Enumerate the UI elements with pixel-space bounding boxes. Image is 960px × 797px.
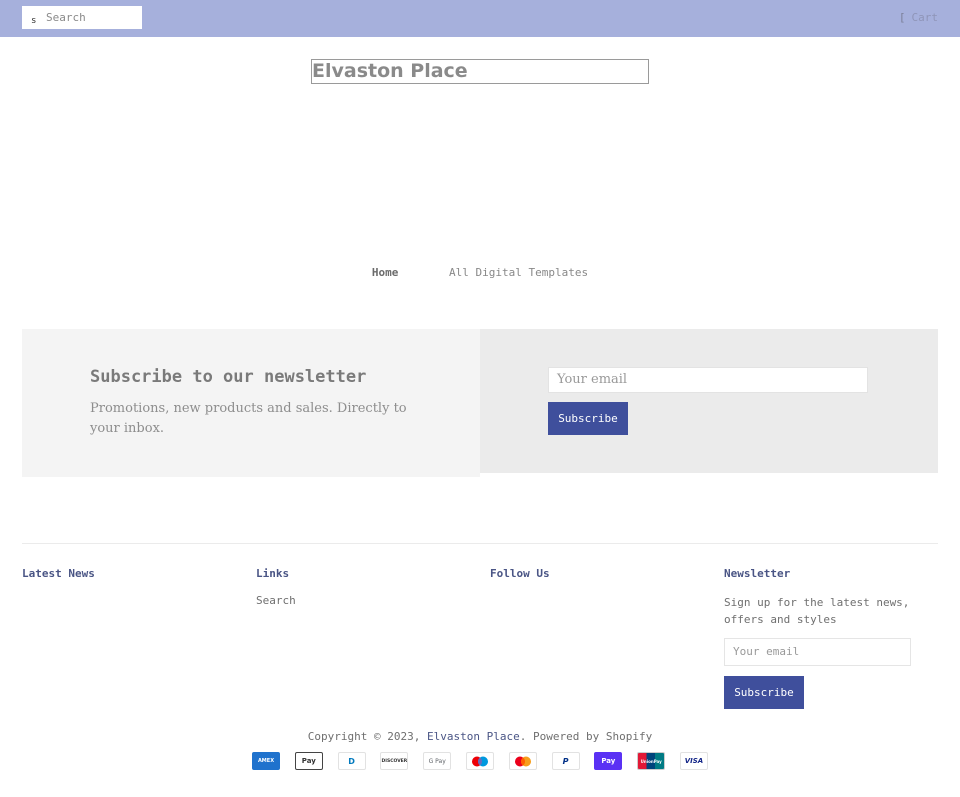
footer-heading-links: Links	[256, 567, 290, 580]
maestro-icon	[465, 752, 494, 770]
amex-icon: AMEX	[252, 752, 280, 770]
site-logo[interactable]: Elvaston Place	[311, 59, 649, 84]
payment-icons: AMEX Pay D DISCOVER G Pay P Pay UnionPay…	[252, 752, 708, 770]
footer-col-links: Links Search	[256, 567, 296, 607]
powered-by: . Powered by Shopify	[519, 730, 653, 743]
nav-item-home[interactable]: Home	[372, 266, 399, 279]
footer-link-search[interactable]: Search	[256, 594, 296, 607]
apple-pay-icon: Pay	[294, 752, 323, 770]
copyright-prefix: Copyright © 2023,	[307, 730, 421, 743]
paypal-icon: P	[551, 752, 580, 770]
footer-col-follow-us: Follow Us	[490, 567, 550, 594]
newsletter-email-input[interactable]: Your email	[548, 367, 868, 393]
footer-heading-latest-news: Latest News	[22, 567, 95, 580]
newsletter-subscribe-button[interactable]: Subscribe	[548, 402, 628, 435]
footer-col-latest-news: Latest News	[22, 567, 95, 594]
footer-heading-follow-us: Follow Us	[490, 567, 550, 580]
cart-icon: [	[898, 11, 906, 24]
mastercard-icon	[508, 752, 537, 770]
search-form[interactable]: s	[22, 6, 142, 29]
copyright-store-link[interactable]: Elvaston Place	[427, 730, 520, 743]
nav-item-all-digital-templates[interactable]: All Digital Templates	[449, 266, 588, 279]
footer-email-input[interactable]: Your email	[724, 638, 911, 666]
discover-icon: DISCOVER	[380, 752, 409, 770]
footer-subscribe-button[interactable]: Subscribe	[724, 676, 804, 709]
footer-heading-newsletter: Newsletter	[724, 567, 791, 580]
main-nav: Home All Digital Templates	[0, 266, 960, 279]
cart-link[interactable]: [ Cart	[899, 11, 938, 24]
cart-label: Cart	[911, 11, 939, 24]
search-input[interactable]	[44, 6, 142, 29]
google-pay-icon: G Pay	[423, 752, 452, 770]
diners-club-icon: D	[337, 752, 366, 770]
search-icon: s	[31, 16, 37, 26]
newsletter-description: Promotions, new products and sales. Dire…	[90, 401, 407, 436]
copyright: Copyright © 2023, Elvaston Place. Powere…	[0, 730, 960, 743]
newsletter-info-panel: Subscribe to our newsletter Promotions, …	[22, 329, 480, 477]
footer-divider	[22, 543, 938, 544]
shop-pay-icon: Pay	[594, 752, 623, 770]
footer-col-newsletter: Newsletter Sign up for the latest news, …	[724, 567, 938, 709]
newsletter-title: Subscribe to our newsletter	[90, 367, 367, 387]
unionpay-icon: UnionPay	[637, 752, 666, 770]
announcement-bar: s [ Cart	[0, 0, 960, 37]
newsletter-form-panel: Your email Subscribe	[480, 329, 938, 473]
footer-newsletter-text: Sign up for the latest news, offers and …	[724, 596, 910, 626]
visa-icon: VISA	[679, 752, 708, 770]
